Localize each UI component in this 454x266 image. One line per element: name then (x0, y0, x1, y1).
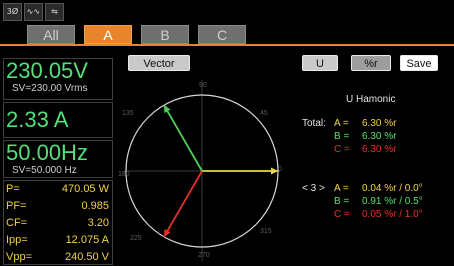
total-a-label: A = (334, 118, 349, 129)
order-a-value: 0.04 %r / 0.0° (362, 183, 423, 194)
vector-c (163, 170, 203, 238)
stat-row: PF= 0.985 (6, 200, 109, 212)
frequency-setting: SV=50.000 Hz (12, 165, 77, 176)
tab-b[interactable]: B (141, 25, 189, 44)
angle-label: 180 (118, 171, 130, 178)
vector-plot: 90 45 0 315 270 225 180 135 (118, 78, 286, 264)
usb-icon: ⇋ (45, 3, 64, 21)
total-c-value: 6.30 %r (362, 144, 397, 155)
angle-label: 225 (130, 235, 142, 242)
u-button[interactable]: U (302, 55, 338, 71)
angle-label: 45 (260, 110, 268, 117)
ac-wave-icon: ∿∿ (24, 3, 43, 21)
angle-label: 270 (198, 252, 210, 259)
voltage-value: 230.05V (6, 58, 88, 83)
angle-label: 0 (278, 166, 282, 173)
stat-row: Ipp= 12.075 A (6, 234, 109, 246)
voltage-setting: SV=230.00 Vrms (12, 83, 88, 94)
tab-all[interactable]: All (27, 25, 75, 44)
vector-button[interactable]: Vector (128, 55, 190, 71)
status-bar: 3Ø ∿∿ ⇋ (3, 3, 64, 21)
vector-b (163, 104, 203, 172)
total-label: Total: (302, 118, 326, 129)
order-b-label: B = (334, 196, 350, 207)
order-a-label: A = (334, 183, 349, 194)
order-c-label: C = (334, 209, 350, 220)
stat-row: P= 470.05 W (6, 183, 109, 195)
harmonic-title: U Hamonic (346, 94, 396, 105)
stat-row: CF= 3.20 (6, 217, 109, 229)
stat-row: Vpp= 240.50 V (6, 251, 109, 263)
tab-c[interactable]: C (198, 25, 246, 44)
order-c-value: 0.05 %r / 1.0° (362, 209, 423, 220)
voltage-panel: 230.05V SV=230.00 Vrms (3, 58, 113, 100)
angle-label: 135 (122, 110, 134, 117)
current-value: 2.33 A (6, 107, 69, 132)
vector-plot-svg (124, 80, 280, 262)
save-button[interactable]: Save (400, 55, 438, 71)
order-b-value: 0.91 %r / 0.5° (362, 196, 423, 207)
phase-3-icon: 3Ø (3, 3, 22, 21)
phase-tabs: All A B C (0, 25, 454, 45)
total-b-value: 6.30 %r (362, 131, 397, 142)
total-b-label: B = (334, 131, 350, 142)
frequency-panel: 50.00Hz SV=50.000 Hz (3, 140, 113, 178)
angle-label: 315 (260, 228, 272, 235)
harmonic-order-label: < 3 > (302, 183, 325, 194)
tab-underline (0, 44, 454, 46)
stats-panel: P= 470.05 W PF= 0.985 CF= 3.20 Ipp= 12.075 A… (3, 180, 113, 265)
total-c-label: C = (334, 144, 350, 155)
current-panel: 2.33 A (3, 102, 113, 138)
total-a-value: 6.30 %r (362, 118, 397, 129)
vector-a-arrowhead (271, 167, 278, 175)
power-source-screen: 3Ø ∿∿ ⇋ All A B C 230.05V SV=230.00 Vrms… (0, 0, 454, 266)
angle-label: 90 (199, 82, 207, 89)
percent-button[interactable]: %r (351, 55, 391, 71)
frequency-value: 50.00Hz (6, 140, 88, 165)
tab-a[interactable]: A (84, 25, 132, 44)
